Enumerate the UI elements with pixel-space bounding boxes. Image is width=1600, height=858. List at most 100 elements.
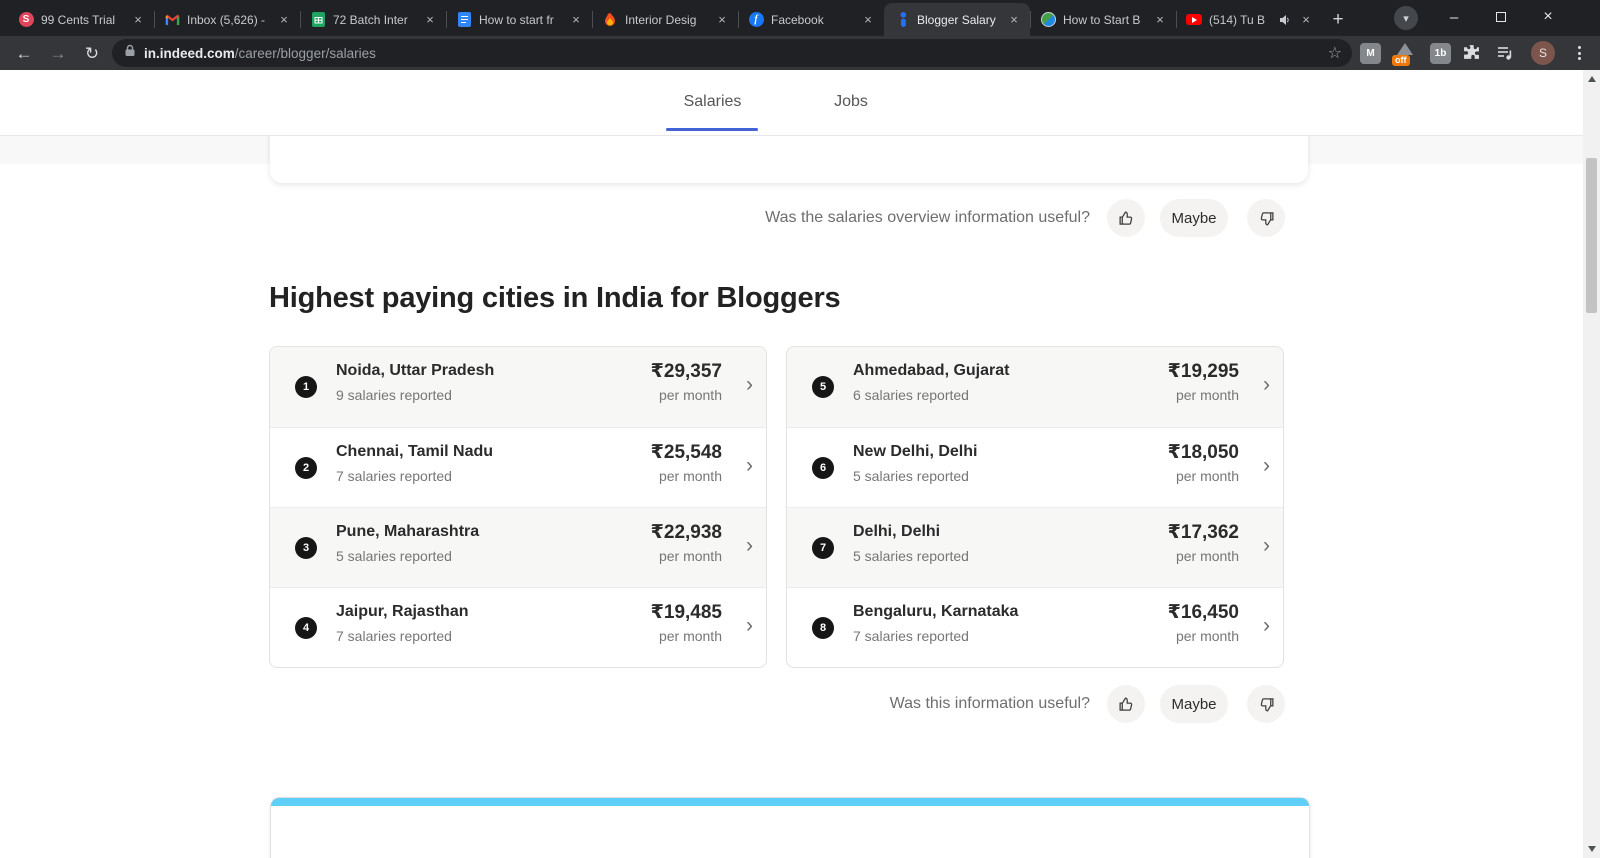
rank-badge: 5: [812, 376, 834, 398]
tab-strip: S 99 Cents Trial × Inbox (5,626) - × 72 …: [0, 0, 1600, 36]
sheets-icon: [310, 12, 326, 28]
city-name: Chennai, Tamil Nadu: [336, 443, 494, 460]
tab-close-icon[interactable]: ×: [276, 12, 292, 28]
city-row[interactable]: 5 Ahmedabad, Gujarat 6 salaries reported…: [787, 347, 1283, 427]
tab-jobs[interactable]: Jobs: [815, 93, 887, 111]
browser-tab[interactable]: 72 Batch Inter ×: [300, 3, 446, 36]
salaries-reported: 7 salaries reported: [336, 628, 452, 644]
scroll-down-arrow[interactable]: [1583, 842, 1600, 856]
city-row[interactable]: 8 Bengaluru, Karnataka 7 salaries report…: [787, 587, 1283, 667]
browser-tab[interactable]: Inbox (5,626) - ×: [154, 3, 300, 36]
page-viewport: Salaries Jobs Was the salaries overview …: [0, 70, 1583, 858]
maybe-button[interactable]: Maybe: [1160, 199, 1228, 237]
browser-tab[interactable]: How to Start B ×: [1030, 3, 1176, 36]
window-minimize-button[interactable]: –: [1432, 0, 1476, 34]
indeed-icon: [894, 12, 910, 28]
city-row[interactable]: 3 Pune, Maharashtra 5 salaries reported …: [270, 507, 766, 587]
tab-title: How to start fr: [479, 12, 554, 27]
browser-menu-icon[interactable]: [1572, 44, 1586, 62]
bookmark-star-icon[interactable]: ☆: [1328, 43, 1342, 63]
thumbs-up-button[interactable]: [1107, 199, 1145, 237]
browser-tab[interactable]: f Facebook ×: [738, 3, 884, 36]
feedback-question: Was the salaries overview information us…: [765, 209, 1090, 226]
browser-tab[interactable]: S 99 Cents Trial ×: [8, 3, 154, 36]
city-name: Jaipur, Rajasthan: [336, 603, 469, 620]
salary-amount: ₹17,362: [1167, 522, 1239, 543]
city-name: Pune, Maharashtra: [336, 523, 480, 540]
browser-tab[interactable]: Interior Desig ×: [592, 3, 738, 36]
tab-close-icon[interactable]: ×: [568, 12, 584, 28]
salary-amount: ₹19,485: [650, 602, 722, 623]
extension-glyph: [1397, 43, 1413, 55]
overview-feedback-row: Was the salaries overview information us…: [765, 199, 1285, 237]
extensions-puzzle-icon[interactable]: [1463, 44, 1480, 66]
chevron-right-icon: ›: [1263, 373, 1270, 396]
chevron-right-icon: ›: [746, 373, 753, 396]
city-row[interactable]: 1 Noida, Uttar Pradesh 9 salaries report…: [270, 347, 766, 427]
tab-salaries[interactable]: Salaries: [655, 93, 770, 111]
rank-badge: 1: [295, 376, 317, 398]
scroll-up-arrow[interactable]: [1583, 72, 1600, 86]
browser-tab[interactable]: How to start fr ×: [446, 3, 592, 36]
back-button[interactable]: ←: [10, 40, 38, 67]
salary-period: per month: [658, 468, 722, 484]
tab-title: (514) Tu B: [1209, 12, 1266, 27]
salaries-jobs-tabbar: Salaries Jobs: [0, 70, 1583, 136]
thumbs-down-button[interactable]: [1247, 685, 1285, 723]
tab-close-icon[interactable]: ×: [1152, 12, 1168, 28]
salary-amount: ₹16,450: [1167, 602, 1239, 623]
playlist-extension-icon[interactable]: [1497, 46, 1514, 66]
chevron-right-icon: ›: [1263, 454, 1270, 477]
highest-paying-cities-left: 1 Noida, Uttar Pradesh 9 salaries report…: [269, 346, 767, 668]
city-name: New Delhi, Delhi: [853, 443, 978, 460]
tab-close-icon[interactable]: ×: [714, 12, 730, 28]
page-scrollbar[interactable]: [1583, 70, 1600, 858]
address-bar[interactable]: in.indeed.com/career/blogger/salaries ☆: [112, 39, 1352, 67]
city-name: Ahmedabad, Gujarat: [853, 362, 1010, 379]
maybe-button[interactable]: Maybe: [1160, 685, 1228, 723]
tab-close-icon[interactable]: ×: [1298, 12, 1314, 28]
tab-search-button[interactable]: ▾: [1394, 6, 1418, 30]
tab-close-icon[interactable]: ×: [422, 12, 438, 28]
salary-amount: ₹19,295: [1167, 361, 1239, 382]
tab-audio-muted-icon[interactable]: [1279, 14, 1291, 26]
rank-badge: 2: [295, 457, 317, 479]
browser-tab[interactable]: Blogger Salary ×: [884, 3, 1030, 36]
window-maximize-button[interactable]: [1479, 0, 1523, 34]
window-close-button[interactable]: ×: [1526, 0, 1570, 34]
city-row[interactable]: 2 Chennai, Tamil Nadu 7 salaries reporte…: [270, 427, 766, 507]
rank-badge: 3: [295, 537, 317, 559]
extension-mailtrack-icon[interactable]: M: [1360, 43, 1381, 64]
chevron-right-icon: ›: [1263, 534, 1270, 557]
city-row[interactable]: 6 New Delhi, Delhi 5 salaries reported ₹…: [787, 427, 1283, 507]
thumbs-up-button[interactable]: [1107, 685, 1145, 723]
salary-period: per month: [658, 628, 722, 644]
chevron-right-icon: ›: [746, 534, 753, 557]
forward-button[interactable]: →: [44, 40, 72, 67]
scrollbar-thumb[interactable]: [1586, 158, 1597, 313]
highest-paying-cities-right: 5 Ahmedabad, Gujarat 6 salaries reported…: [786, 346, 1284, 668]
browser-tab[interactable]: (514) Tu B ×: [1176, 3, 1322, 36]
tab-close-icon[interactable]: ×: [1006, 12, 1022, 28]
city-name: Bengaluru, Karnataka: [853, 603, 1019, 620]
rank-badge: 6: [812, 457, 834, 479]
profile-avatar[interactable]: S: [1531, 41, 1555, 65]
tab-title: Interior Desig: [625, 12, 697, 27]
tab-title: 99 Cents Trial: [41, 12, 116, 27]
chevron-right-icon: ›: [1263, 614, 1270, 637]
facebook-icon: f: [748, 12, 764, 28]
salary-amount: ₹29,357: [650, 361, 722, 382]
extension-off-icon[interactable]: off: [1392, 41, 1416, 66]
tab-close-icon[interactable]: ×: [130, 12, 146, 28]
thumbs-down-button[interactable]: [1247, 199, 1285, 237]
tab-close-icon[interactable]: ×: [860, 12, 876, 28]
city-row[interactable]: 4 Jaipur, Rajasthan 7 salaries reported …: [270, 587, 766, 667]
skillshare-icon: S: [18, 12, 34, 28]
city-name: Noida, Uttar Pradesh: [336, 362, 495, 379]
reload-button[interactable]: ↻: [78, 40, 106, 67]
extension-1b-icon[interactable]: 1b: [1430, 43, 1451, 64]
salaries-reported: 5 salaries reported: [336, 548, 452, 564]
off-badge: off: [1392, 55, 1410, 66]
city-row[interactable]: 7 Delhi, Delhi 5 salaries reported ₹17,3…: [787, 507, 1283, 587]
new-tab-button[interactable]: +: [1326, 8, 1350, 32]
